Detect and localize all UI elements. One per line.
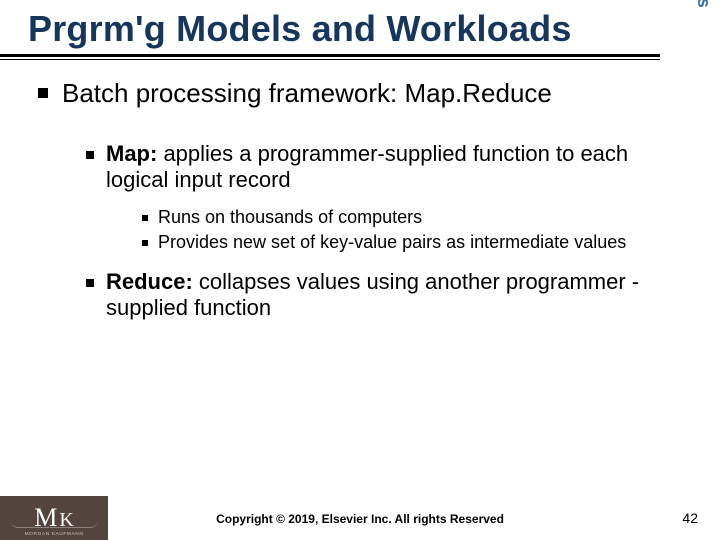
bullet-lvl1: Batch processing framework: Map.Reduce (38, 78, 650, 109)
logo-subtext: MORGAN KAUFMANN (0, 532, 108, 537)
bullet-lvl3: Provides new set of key-value pairs as i… (142, 232, 650, 253)
bullet-lvl2-map: Map: applies a programmer-supplied funct… (86, 141, 650, 193)
sidebar-label: Programming Models and Workloads for WSC… (693, 0, 714, 8)
sidebar-rule (668, 0, 672, 420)
map-sub2: Provides new set of key-value pairs as i… (158, 232, 626, 253)
title-rule (0, 54, 660, 58)
map-label: Map: (106, 141, 157, 166)
square-bullet-icon (86, 151, 94, 159)
footer: M K MORGAN KAUFMANN Copyright © 2019, El… (0, 496, 720, 540)
page-number: 42 (682, 510, 698, 526)
sidebar: Programming Models and Workloads for WSC… (674, 0, 720, 420)
reduce-line: Reduce: collapses values using another p… (106, 269, 650, 321)
slide: Prgrm'g Models and Workloads Programming… (0, 0, 720, 540)
slide-body: Batch processing framework: Map.Reduce M… (38, 78, 650, 335)
copyright-text: Copyright © 2019, Elsevier Inc. All righ… (0, 512, 720, 526)
title-area: Prgrm'g Models and Workloads (28, 8, 656, 50)
slide-title: Prgrm'g Models and Workloads (28, 8, 656, 50)
map-text: applies a programmer-supplied function t… (106, 141, 628, 192)
lvl1-text: Batch processing framework: Map.Reduce (62, 78, 552, 109)
square-bullet-icon (142, 240, 148, 246)
square-bullet-icon (142, 215, 148, 221)
map-line: Map: applies a programmer-supplied funct… (106, 141, 650, 193)
bullet-lvl3: Runs on thousands of computers (142, 207, 650, 228)
square-bullet-icon (86, 279, 94, 287)
map-sub1: Runs on thousands of computers (158, 207, 422, 228)
square-bullet-icon (38, 88, 48, 98)
bullet-lvl2-reduce: Reduce: collapses values using another p… (86, 269, 650, 321)
reduce-label: Reduce: (106, 269, 193, 294)
